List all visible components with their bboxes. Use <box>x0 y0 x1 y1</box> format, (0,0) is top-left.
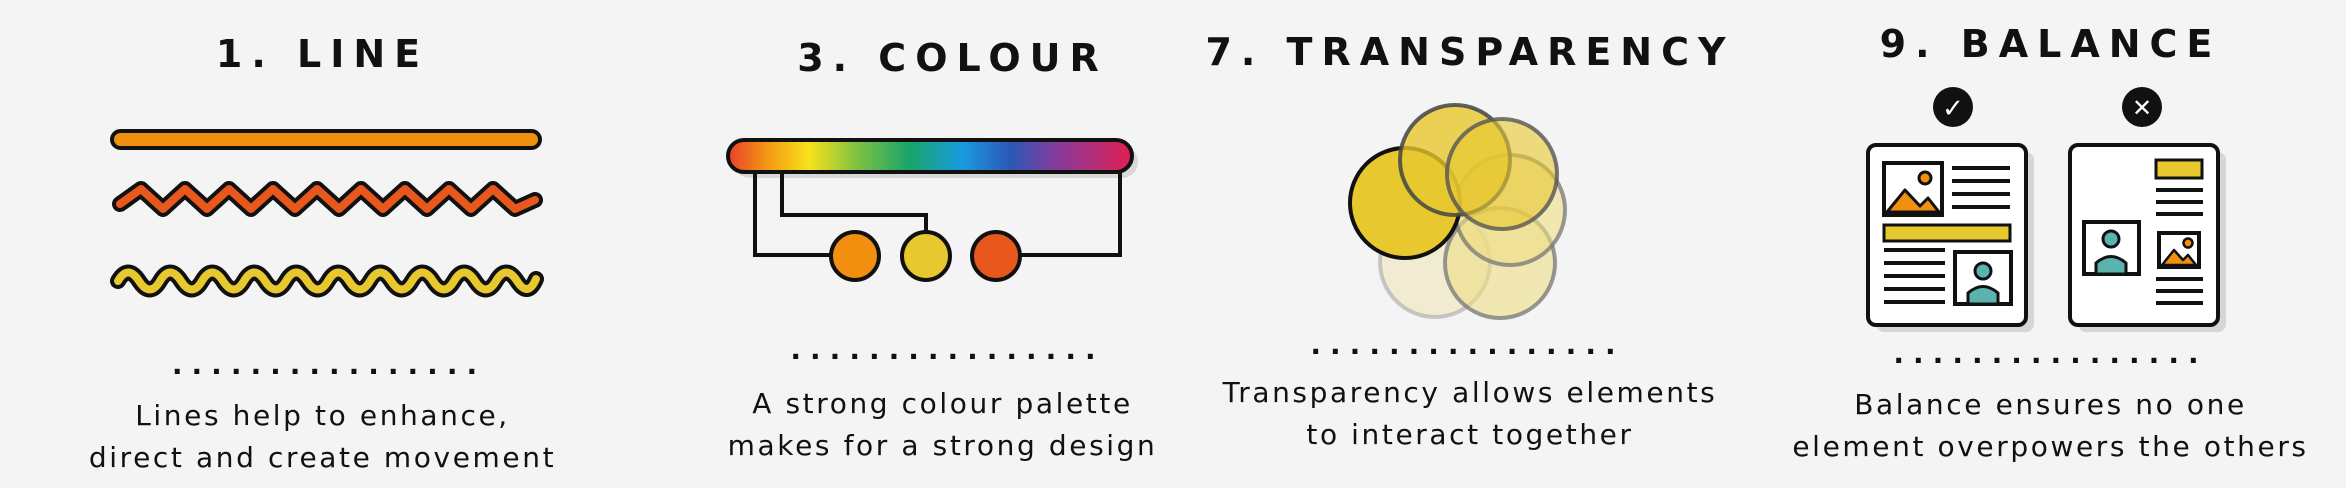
balanced-layout-icon <box>1866 143 2034 332</box>
cross-mark: ✕ <box>2132 94 2152 122</box>
straight-line-icon <box>110 129 542 150</box>
description-line-2: direct and create movement <box>88 441 557 474</box>
transparency-illustration <box>1348 103 1567 320</box>
description-line-1: Transparency allows elements <box>1222 376 1718 409</box>
colour-illustration <box>726 138 1138 282</box>
check-mark: ✓ <box>1942 94 1964 124</box>
panel-description: Lines help to enhance, direct and create… <box>0 395 650 479</box>
panel-description: Transparency allows elements to interact… <box>1190 372 1750 456</box>
description-line-2: element overpowers the others <box>1792 430 2309 463</box>
dotted-divider: ................ <box>171 348 487 381</box>
unbalanced-layout-icon <box>2068 143 2226 332</box>
panel-balance: 9. BALANCE ✓ ✕ ................ Balance … <box>1760 0 2346 488</box>
red-swatch-icon <box>970 230 1022 282</box>
panel-transparency: 7. TRANSPARENCY ................ Transpa… <box>1190 0 1750 488</box>
line-illustration <box>110 129 544 298</box>
translucent-circle-icon <box>1445 117 1559 231</box>
description-line-1: Lines help to enhance, <box>135 399 510 432</box>
panel-line: 1. LINE ................ Lines help to e… <box>0 0 650 488</box>
orange-swatch-icon <box>829 230 881 282</box>
panel-description: Balance ensures no one element overpower… <box>1755 384 2346 468</box>
panel-colour: 3. COLOUR ................ A strong colo… <box>650 0 1240 488</box>
description-line-2: makes for a strong design <box>727 429 1158 462</box>
dotted-divider: ................ <box>1893 337 2208 370</box>
description-line-1: A strong colour palette <box>752 387 1133 420</box>
description-line-1: Balance ensures no one <box>1854 388 2247 421</box>
description-line-2: to interact together <box>1306 418 1634 451</box>
balance-illustration: ✓ ✕ <box>1866 87 2226 332</box>
rainbow-bar-icon <box>726 138 1134 174</box>
dotted-divider: ................ <box>790 333 1105 366</box>
dotted-divider: ................ <box>1310 328 1625 361</box>
yellow-swatch-icon <box>900 230 952 282</box>
panel-description: A strong colour palette makes for a stro… <box>645 383 1240 467</box>
